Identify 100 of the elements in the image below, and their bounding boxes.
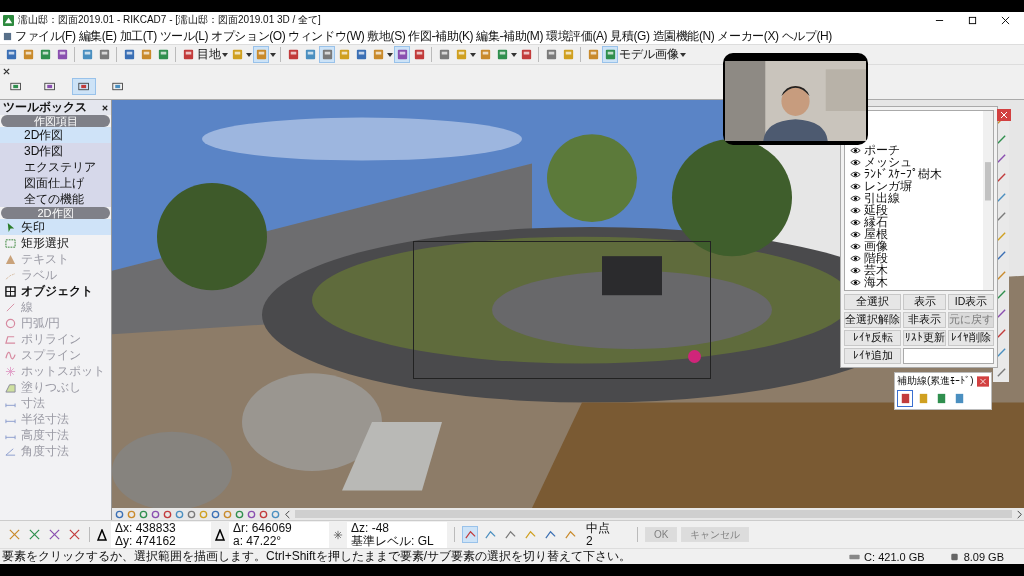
document-icon[interactable] (3, 31, 12, 41)
eye-icon[interactable] (850, 242, 861, 250)
menu-item[interactable]: 造園機能(N) (652, 27, 715, 45)
layer-row[interactable]: レンガ塀 (850, 180, 983, 192)
layer-button[interactable]: ﾚｲﾔ追加 (844, 348, 901, 364)
close-icon[interactable] (102, 104, 108, 111)
dropdown-arrow-icon[interactable] (270, 52, 276, 57)
close-icon[interactable] (3, 68, 10, 75)
section-header[interactable]: 作図項目 (1, 115, 110, 127)
eye-icon[interactable] (850, 146, 861, 154)
layer-row[interactable]: 画像 (850, 240, 983, 252)
scroll-right-icon[interactable] (1015, 509, 1024, 519)
layer-button[interactable]: 表示 (903, 294, 946, 310)
layer-row[interactable]: 海木 (850, 276, 983, 288)
menu-item[interactable]: 加工(T) (119, 27, 157, 45)
menu-item[interactable]: 編集(E) (78, 27, 117, 45)
dropdown-arrow-icon[interactable] (246, 52, 252, 57)
toolbar-label[interactable]: モデル画像 (619, 46, 679, 63)
panel-title: ツールボックス (3, 99, 87, 116)
layer-row[interactable]: 縁石 (850, 216, 983, 228)
maximize-icon[interactable] (968, 15, 977, 25)
toolbox-item[interactable]: エクステリア (0, 159, 111, 175)
toolbox-item[interactable]: 矢印 (0, 219, 111, 235)
toolbox-item[interactable]: 2D作図 (0, 127, 111, 143)
cross-icon (27, 528, 41, 541)
tool-icon (544, 48, 558, 61)
toolbox-item[interactable]: 3D作図 (0, 143, 111, 159)
toolbox-item[interactable]: 図面仕上げ (0, 175, 111, 191)
toolbox-item[interactable]: オブジェクト (0, 283, 111, 299)
palette-button[interactable] (897, 390, 913, 407)
tool-icon (337, 48, 351, 61)
layer-button[interactable]: ﾘｽﾄ更新 (903, 330, 946, 346)
menu-item[interactable]: 見積(G) (610, 27, 650, 45)
dropdown-arrow-icon[interactable] (511, 52, 517, 57)
toolbox-item[interactable]: 全ての機能 (0, 191, 111, 207)
eye-icon[interactable] (850, 158, 861, 166)
tool-icon (181, 48, 195, 61)
layer-button[interactable]: ﾚｲﾔ削除 (948, 330, 994, 346)
scroll-left-icon[interactable] (283, 509, 292, 519)
caret-icon (523, 528, 537, 541)
layer-button[interactable]: ID表示 (948, 294, 994, 310)
eye-icon[interactable] (850, 218, 861, 226)
memory-usage: 8.09 GB (963, 550, 1004, 563)
eye-icon[interactable] (850, 170, 861, 178)
caret-icon (463, 528, 477, 541)
toolbar-button[interactable] (319, 46, 335, 63)
menu-item[interactable]: メーカー(X) (717, 27, 779, 45)
section-header[interactable]: 2D作図 (1, 207, 110, 219)
close-icon[interactable] (1001, 15, 1010, 25)
eye-icon[interactable] (850, 194, 861, 202)
eye-icon[interactable] (850, 266, 861, 274)
menu-item[interactable]: オプション(O) (211, 27, 286, 45)
layer-row[interactable]: ポーチ (850, 144, 983, 156)
scrollbar[interactable] (295, 510, 1012, 518)
scrollbar[interactable] (983, 111, 993, 290)
coordinate-readout: Δr: 646069 (233, 521, 293, 535)
eye-icon[interactable] (850, 182, 861, 190)
layer-row[interactable]: メッシュ (850, 156, 983, 168)
coordinate-readout: Δz: -48 (351, 521, 391, 535)
layer-button[interactable]: 全選択解除 (844, 312, 901, 328)
tool-icon (495, 48, 509, 61)
dropdown-arrow-icon[interactable] (222, 52, 228, 57)
layer-row[interactable]: ﾗﾝﾄﾞｽｹｰﾌﾟ樹木 (850, 168, 983, 180)
coordinate-readout: Δx: 438833 (115, 521, 177, 535)
dropdown-arrow-icon[interactable] (680, 52, 686, 57)
wave-icon (5, 349, 16, 361)
layer-button[interactable]: 非表示 (903, 312, 946, 328)
menu-item[interactable]: 編集-補助(M) (476, 27, 543, 45)
tool-icon (561, 48, 575, 61)
layer-button[interactable]: 全選択 (844, 294, 901, 310)
caret-icon (503, 528, 517, 541)
menu-item[interactable]: 作図-補助(K) (408, 27, 474, 45)
layer-name-field[interactable] (903, 348, 994, 364)
layer-row[interactable]: 延段 (850, 204, 983, 216)
menu-item[interactable]: 敷地(S) (367, 27, 406, 45)
eye-icon[interactable] (850, 254, 861, 262)
eye-icon[interactable] (850, 278, 861, 286)
toolbar-button[interactable] (394, 46, 410, 63)
tool-icon (586, 48, 600, 61)
dropdown-arrow-icon[interactable] (470, 52, 476, 57)
layer-button[interactable]: ﾚｲﾔ反転 (844, 330, 901, 346)
layer-row[interactable]: 屋根 (850, 228, 983, 240)
eye-icon[interactable] (850, 206, 861, 214)
tool-icon (97, 48, 111, 61)
menu-item[interactable]: 環境評価(A) (546, 27, 608, 45)
menu-item[interactable]: ツール(L) (159, 27, 209, 45)
toolbar-button[interactable] (602, 46, 618, 63)
toolbox-item[interactable]: 矩形選択 (0, 235, 111, 251)
layer-row[interactable]: 芸木 (850, 264, 983, 276)
toolbar-button[interactable] (72, 78, 96, 95)
toolbar-label[interactable]: 目地 (197, 46, 221, 63)
dropdown-arrow-icon[interactable] (387, 52, 393, 57)
menu-item[interactable]: ウィンドウ(W) (288, 27, 365, 45)
menu-item[interactable]: ファイル(F) (15, 27, 76, 45)
toolbar-button[interactable] (462, 526, 478, 543)
layer-row[interactable]: 引出線 (850, 192, 983, 204)
menu-item[interactable]: ヘルプ(H) (781, 27, 832, 45)
layer-row[interactable]: 階段 (850, 252, 983, 264)
tool-icon (519, 48, 533, 61)
eye-icon[interactable] (850, 230, 861, 238)
